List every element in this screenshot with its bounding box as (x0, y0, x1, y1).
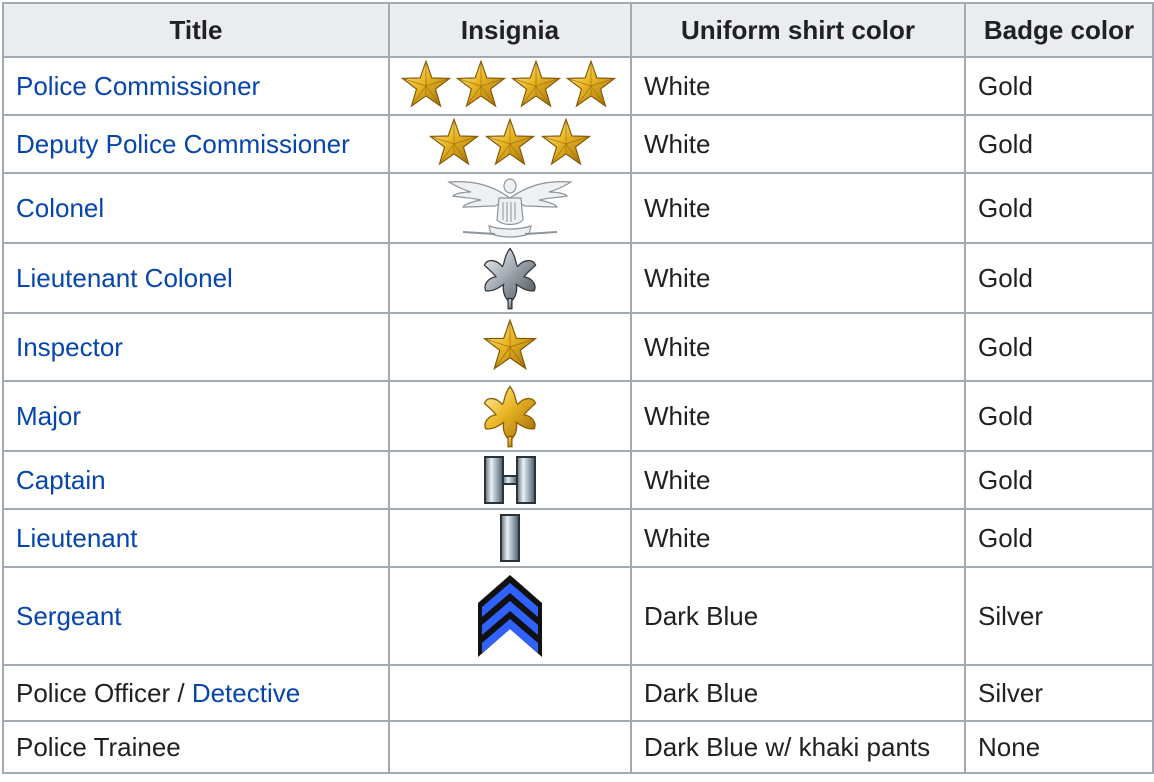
rank-link-lieutenant-colonel[interactable]: Lieutenant Colonel (16, 263, 233, 293)
table-row: Police Trainee Dark Blue w/ khaki pants … (2, 720, 1154, 774)
silver-oak-leaf-icon (483, 247, 537, 310)
insignia-cell (388, 172, 632, 244)
badge-color-cell: Silver (964, 566, 1154, 666)
header-insignia[interactable]: Insignia (388, 2, 632, 58)
title-cell: Police Commissioner (2, 56, 390, 116)
shirt-color-cell: White (630, 312, 966, 382)
badge-color-cell: Gold (964, 450, 1154, 510)
badge-color-cell: Silver (964, 664, 1154, 722)
insignia-cell (388, 508, 632, 568)
shirt-color-cell: White (630, 242, 966, 314)
shirt-color-cell: Dark Blue (630, 566, 966, 666)
badge-color-cell: Gold (964, 114, 1154, 174)
title-cell: Inspector (2, 312, 390, 382)
three-gold-stars-icon (429, 118, 591, 165)
single-silver-bar-icon (500, 514, 520, 562)
table-row: Major White Gold (2, 380, 1154, 452)
title-cell: Colonel (2, 172, 390, 244)
table-row: Sergeant Dark Blue Silver (2, 566, 1154, 666)
table-header-row: Title Insignia Uniform shirt color Badge… (2, 2, 1154, 58)
badge-color-cell: Gold (964, 242, 1154, 314)
rank-link-lieutenant[interactable]: Lieutenant (16, 523, 137, 553)
rank-link-sergeant[interactable]: Sergeant (16, 601, 122, 631)
header-shirt-color[interactable]: Uniform shirt color (630, 2, 966, 58)
rank-link-captain[interactable]: Captain (16, 465, 106, 495)
table-row: Deputy Police Commissioner White Gold (2, 114, 1154, 174)
insignia-cell (388, 114, 632, 174)
rank-link-colonel[interactable]: Colonel (16, 193, 104, 223)
table-row: Inspector White Gold (2, 312, 1154, 382)
rank-link-major[interactable]: Major (16, 401, 81, 431)
insignia-cell (388, 664, 632, 722)
gold-oak-leaf-icon (483, 385, 537, 448)
insignia-cell (388, 720, 632, 774)
insignia-cell (388, 450, 632, 510)
insignia-cell (388, 380, 632, 452)
shirt-color-cell: White (630, 114, 966, 174)
rank-link-detective[interactable]: Detective (192, 678, 300, 708)
header-title[interactable]: Title (2, 2, 390, 58)
gold-star-icon (483, 319, 537, 370)
silver-eagle-icon (447, 178, 573, 238)
table-row: Lieutenant Colonel White Gold (2, 242, 1154, 314)
badge-color-cell: Gold (964, 312, 1154, 382)
header-badge-color[interactable]: Badge color (964, 2, 1154, 58)
badge-color-cell: Gold (964, 56, 1154, 116)
double-silver-bar-icon (484, 456, 536, 504)
shirt-color-cell: White (630, 508, 966, 568)
rank-link-inspector[interactable]: Inspector (16, 332, 123, 362)
shirt-color-cell: Dark Blue w/ khaki pants (630, 720, 966, 774)
badge-color-cell: Gold (964, 508, 1154, 568)
rank-link-deputy-police-commissioner[interactable]: Deputy Police Commissioner (16, 129, 350, 159)
shirt-color-cell: White (630, 450, 966, 510)
badge-color-cell: Gold (964, 172, 1154, 244)
badge-color-cell: Gold (964, 380, 1154, 452)
insignia-cell (388, 312, 632, 382)
rank-label-police-officer: Police Officer / (16, 677, 192, 708)
four-gold-stars-icon (401, 60, 616, 107)
title-cell: Major (2, 380, 390, 452)
title-cell: Lieutenant Colonel (2, 242, 390, 314)
title-cell: Lieutenant (2, 508, 390, 568)
title-cell: Police Officer / Detective (2, 664, 390, 722)
shirt-color-cell: White (630, 172, 966, 244)
badge-color-cell: None (964, 720, 1154, 774)
table-row: Captain White Gold (2, 450, 1154, 510)
title-cell: Captain (2, 450, 390, 510)
title-cell: Deputy Police Commissioner (2, 114, 390, 174)
insignia-cell (388, 56, 632, 116)
title-cell: Sergeant (2, 566, 390, 666)
table-row: Police Officer / Detective Dark Blue Sil… (2, 664, 1154, 722)
shirt-color-cell: White (630, 56, 966, 116)
three-chevron-icon (478, 575, 542, 657)
insignia-cell (388, 566, 632, 666)
table-row: Lieutenant White Gold (2, 508, 1154, 568)
table-row: Police Commissioner White Gold (2, 56, 1154, 116)
table-row: Colonel White Gold (2, 172, 1154, 244)
rank-insignia-table: Title Insignia Uniform shirt color Badge… (2, 2, 1154, 774)
rank-link-police-commissioner[interactable]: Police Commissioner (16, 71, 260, 101)
rank-label-police-trainee: Police Trainee (16, 731, 181, 762)
title-cell: Police Trainee (2, 720, 390, 774)
shirt-color-cell: Dark Blue (630, 664, 966, 722)
shirt-color-cell: White (630, 380, 966, 452)
insignia-cell (388, 242, 632, 314)
